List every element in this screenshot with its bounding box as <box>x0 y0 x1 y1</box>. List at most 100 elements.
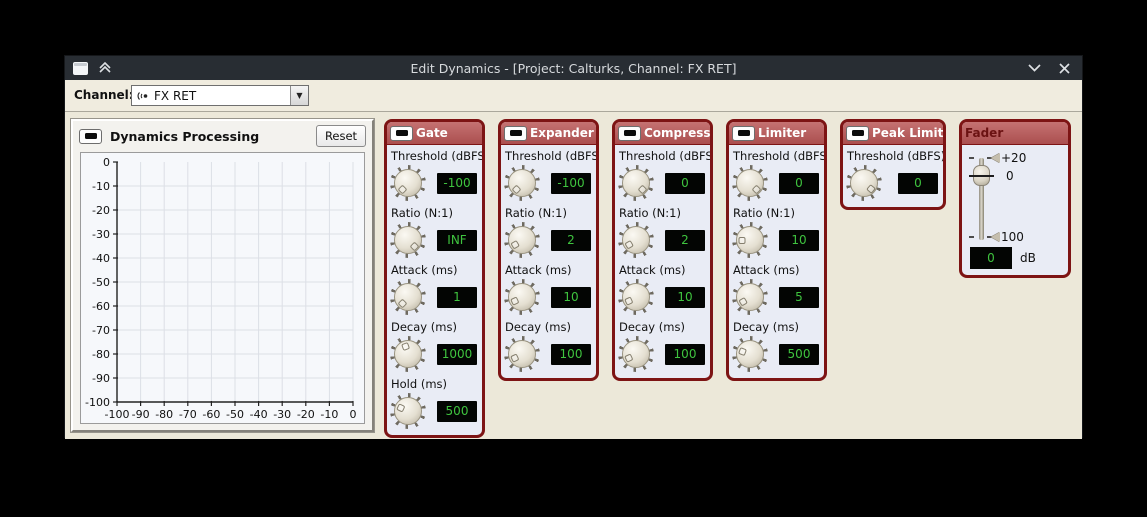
svg-text:-70: -70 <box>92 324 110 337</box>
titlebar[interactable]: Edit Dynamics - [Project: Calturks, Chan… <box>65 56 1082 80</box>
knob-position-marker <box>510 296 519 305</box>
fader-min-marker-icon <box>991 232 1000 242</box>
compressor-decay-control: Decay (ms)100 <box>615 316 710 373</box>
gate-attack-control: Attack (ms) 1 <box>387 259 482 316</box>
gate-decay-knob[interactable] <box>390 336 426 372</box>
limiter-threshold-knob[interactable] <box>732 165 768 201</box>
limiter-ratio-control: Ratio (N:1)10 <box>729 202 824 259</box>
knob-position-marker <box>396 403 405 412</box>
reset-button[interactable]: Reset <box>316 125 366 147</box>
knob-position-marker <box>738 347 747 356</box>
power-toggle[interactable] <box>79 129 102 144</box>
expander-ratio-knob[interactable] <box>504 222 540 258</box>
limiter-decay-control: Decay (ms)500 <box>729 316 824 373</box>
threshold-label: Threshold (dBFS) <box>389 145 480 164</box>
expander-ratio-control: Ratio (N:1)2 <box>501 202 596 259</box>
fader-lcd: 0 <box>970 247 1012 269</box>
knob-cap <box>394 397 422 425</box>
expander-threshold-lcd: -100 <box>551 173 591 194</box>
compressor-power-toggle[interactable] <box>618 126 641 141</box>
fader-unit-label: dB <box>1020 251 1036 265</box>
knob-cap <box>850 169 878 197</box>
limiter-header: Limiter <box>729 122 824 145</box>
processor-row: GateThreshold (dBFS)-100Ratio (N:1)INFAt… <box>384 119 1071 438</box>
channel-select[interactable]: FX RET ▼ <box>131 85 309 106</box>
limiter-attack-knob[interactable] <box>732 279 768 315</box>
threshold-label: Threshold (dBFS) <box>731 145 822 164</box>
shade-button[interactable] <box>97 60 113 76</box>
compressor-header: Compressor <box>615 122 710 145</box>
knob-position-marker <box>738 237 745 244</box>
gate-hold-knob[interactable] <box>390 393 426 429</box>
knob-cap <box>508 340 536 368</box>
gate-ratio-knob[interactable] <box>390 222 426 258</box>
channel-dropdown-arrow[interactable]: ▼ <box>290 86 308 105</box>
desktop: Edit Dynamics - [Project: Calturks, Chan… <box>0 0 1147 517</box>
svg-text:-40: -40 <box>92 252 110 265</box>
peak-limiter-threshold-knob[interactable] <box>846 165 882 201</box>
gate-title: Gate <box>416 126 448 140</box>
limiter-decay-knob[interactable] <box>732 336 768 372</box>
gate-power-toggle[interactable] <box>390 126 413 141</box>
limiter-ratio-knob[interactable] <box>732 222 768 258</box>
fader-tick <box>969 157 974 159</box>
compressor-decay-lcd: 100 <box>665 344 705 365</box>
knob-position-marker <box>624 239 634 249</box>
knob-position-marker <box>401 342 410 351</box>
compressor-ratio-knob[interactable] <box>618 222 654 258</box>
compressor-title: Compressor <box>644 126 713 140</box>
expander-decay-knob[interactable] <box>504 336 540 372</box>
panel-limiter: LimiterThreshold (dBFS)0Ratio (N:1)10Att… <box>726 119 827 381</box>
svg-text:-50: -50 <box>92 276 110 289</box>
compressor-threshold-knob[interactable] <box>618 165 654 201</box>
unshade-button[interactable] <box>1026 60 1042 76</box>
gate-threshold-lcd: -100 <box>437 173 477 194</box>
toggle-bar-icon <box>510 130 522 136</box>
knob-position-marker <box>637 184 647 194</box>
compressor-ratio-control: Ratio (N:1)2 <box>615 202 710 259</box>
decay-label: Decay (ms) <box>503 316 594 335</box>
svg-text:-70: -70 <box>179 408 197 421</box>
fader-body: +20 0 100 0 dB <box>962 145 1068 275</box>
svg-text:-60: -60 <box>202 408 220 421</box>
edit-dynamics-window: Edit Dynamics - [Project: Calturks, Chan… <box>64 55 1083 438</box>
toggle-bar-icon <box>624 130 636 136</box>
knob-position-marker <box>738 296 748 306</box>
expander-attack-lcd: 10 <box>551 287 591 308</box>
gate-threshold-knob[interactable] <box>390 165 426 201</box>
gate-attack-knob[interactable] <box>390 279 426 315</box>
svg-text:0: 0 <box>103 156 110 169</box>
limiter-power-toggle[interactable] <box>732 126 755 141</box>
svg-text:-80: -80 <box>155 408 173 421</box>
peak-limiter-threshold-lcd: 0 <box>898 173 938 194</box>
knob-cap <box>622 283 650 311</box>
peak-limiter-power-toggle[interactable] <box>846 126 869 141</box>
knob-cap <box>394 169 422 197</box>
threshold-label: Threshold (dBFS) <box>503 145 594 164</box>
svg-text:-50: -50 <box>226 408 244 421</box>
gate-attack-lcd: 1 <box>437 287 477 308</box>
compressor-threshold-control: Threshold (dBFS)0 <box>615 145 710 202</box>
window-menu-icon[interactable] <box>73 62 88 75</box>
attack-label: Attack (ms) <box>389 259 480 278</box>
channel-bar: Channel: FX RET ▼ <box>65 80 1082 112</box>
threshold-label: Threshold (dBFS) <box>845 145 941 164</box>
decay-label: Decay (ms) <box>731 316 822 335</box>
expander-attack-knob[interactable] <box>504 279 540 315</box>
expander-threshold-knob[interactable] <box>504 165 540 201</box>
dynamics-title: Dynamics Processing <box>110 129 308 144</box>
close-button[interactable] <box>1056 60 1072 76</box>
compressor-decay-knob[interactable] <box>618 336 654 372</box>
channel-value: FX RET <box>154 89 290 103</box>
knob-cap <box>508 169 536 197</box>
expander-power-toggle[interactable] <box>504 126 527 141</box>
toggle-bar-icon <box>396 130 408 136</box>
knob-cap <box>736 226 764 254</box>
fader-max-marker-icon <box>991 153 1000 163</box>
fader-min-label: 100 <box>1001 230 1024 244</box>
compressor-threshold-lcd: 0 <box>665 173 705 194</box>
compressor-attack-knob[interactable] <box>618 279 654 315</box>
svg-text:0: 0 <box>350 408 357 421</box>
fader-handle[interactable] <box>973 165 990 186</box>
knob-position-marker <box>511 184 521 194</box>
